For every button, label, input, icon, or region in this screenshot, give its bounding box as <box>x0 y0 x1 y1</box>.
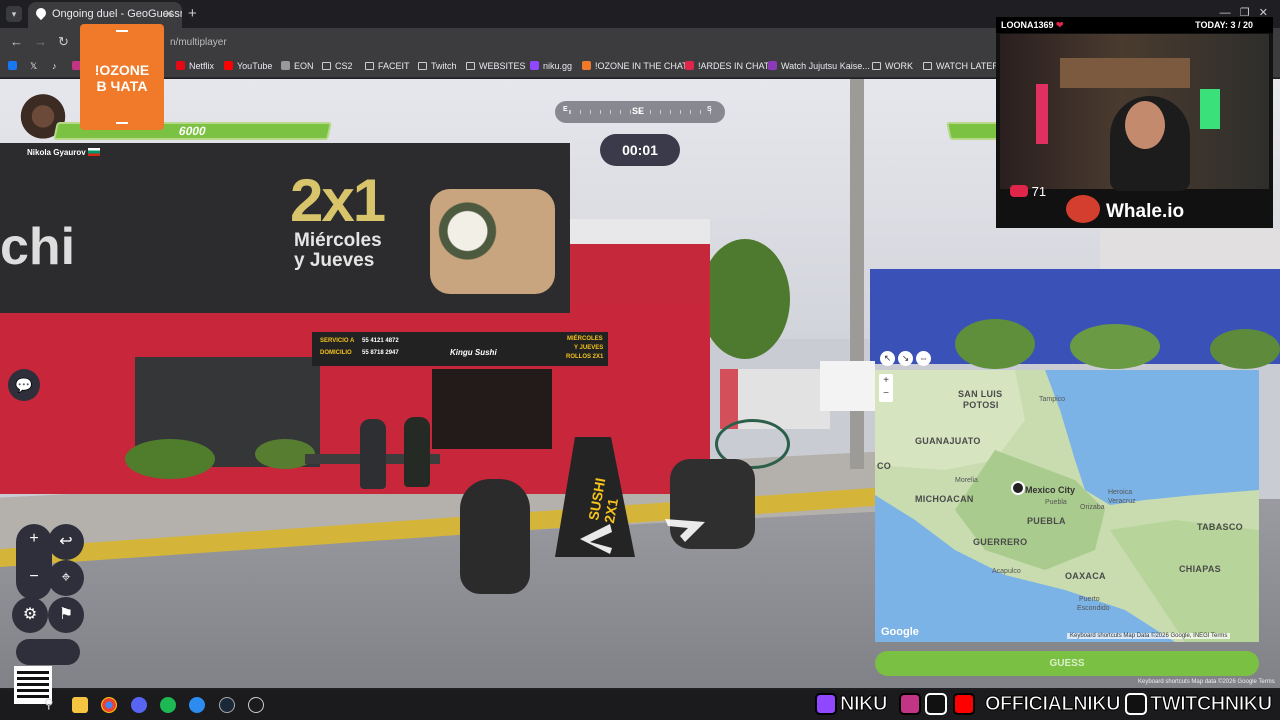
twitch-icon <box>815 693 837 715</box>
twitch-handle: NIKU <box>840 693 888 716</box>
webcam-overlay: LOONA1369 ❤ TODAY: 3 / 20 71 Whale.io <box>996 17 1273 228</box>
tree <box>700 239 790 359</box>
today-counter: TODAY: 3 / 20 <box>1195 20 1253 30</box>
tab-title: Ongoing duel - GeoGuessr <box>52 8 182 20</box>
file-explorer-icon[interactable] <box>72 697 88 713</box>
street-view-attribution[interactable]: Keyboard shortcuts Map data ©2026 Google… <box>1138 679 1275 685</box>
undo-move-button[interactable]: ↩ <box>48 524 84 560</box>
return-to-start-button[interactable]: ⌖ <box>48 560 84 596</box>
bookmark-ozone-chat[interactable]: !OZONE IN THE CHAT <box>582 61 688 71</box>
motorcycle <box>460 479 530 594</box>
player-name: Nikola Gyaurov <box>27 148 100 157</box>
map-expand-icon[interactable]: ↖ <box>880 351 895 366</box>
reload-icon[interactable]: ↻ <box>58 34 69 50</box>
bookmark-jujutsu[interactable]: Watch Jujutsu Kaise... <box>768 61 870 71</box>
facebook-icon[interactable] <box>8 61 21 71</box>
tree <box>955 319 1035 369</box>
bookmark-folder-faceit[interactable]: FACEIT <box>365 61 410 71</box>
bookmark-folder-watch-later[interactable]: WATCH LATER <box>923 61 999 71</box>
promo-text: 2x1 Miércoles y Jueves <box>290 167 386 271</box>
heart-rate-icon <box>1010 185 1028 197</box>
geoguessr-pin-icon <box>33 5 49 21</box>
app-icon[interactable] <box>189 697 205 713</box>
discord-icon[interactable] <box>131 697 147 713</box>
promo-line2: y Jueves <box>294 250 375 271</box>
x-icon[interactable]: 𝕏 <box>30 61 37 72</box>
tiktok-handle: TWITCHNIKU <box>1150 693 1273 716</box>
map-terrain <box>875 370 1259 642</box>
map-attribution[interactable]: Keyboard shortcuts Map Data ©2026 Google… <box>1067 633 1231 639</box>
webcam-header: LOONA1369 ❤ TODAY: 3 / 20 <box>996 17 1273 33</box>
whale-logo-icon <box>1066 195 1100 223</box>
tiktok-icon[interactable]: ♪ <box>52 61 57 71</box>
emotes-button[interactable] <box>16 639 80 665</box>
webcam-feed: 71 <box>1000 34 1269 199</box>
tab-search-button[interactable]: ▾ <box>6 6 22 22</box>
chat-icon[interactable]: 💬 <box>8 369 40 401</box>
heart-icon: ❤ <box>1056 20 1064 30</box>
bookmark-niku-gg[interactable]: niku.gg <box>530 61 572 71</box>
google-logo: Google <box>881 626 919 638</box>
viewer-username: LOONA1369 <box>1001 20 1054 30</box>
bookmark-folder-work[interactable]: WORK <box>872 61 913 71</box>
map-zoom-controls[interactable]: + − <box>879 374 893 402</box>
spotify-icon[interactable] <box>160 697 176 713</box>
shop-sign: SERVICIO A DOMICILIO 55 4121 4872 55 871… <box>312 332 608 366</box>
map-size-controls: ↖ ↘ ⇔ <box>876 351 936 367</box>
sushi-image <box>430 189 555 294</box>
storefront-lettering: chi <box>0 218 76 276</box>
chrome-icon[interactable] <box>101 697 117 713</box>
promo-big: 2x1 <box>290 167 386 234</box>
zoom-controls: + − <box>16 524 52 600</box>
social-handle: OFFICIALNIKU <box>984 693 1121 716</box>
bookmark-ardes-chat[interactable]: !ARDES IN CHAT <box>685 61 769 71</box>
map-pin-icon[interactable]: ⇔ <box>916 351 931 366</box>
heart-rate: 71 <box>1010 184 1046 199</box>
tree <box>1070 324 1160 369</box>
bulgaria-flag-icon <box>87 148 100 156</box>
bookmark-folder-cs2[interactable]: CS2 <box>322 61 353 71</box>
new-tab-button[interactable]: + <box>188 5 197 22</box>
bookmark-youtube[interactable]: YouTube <box>224 61 272 71</box>
zoom-out-button[interactable]: − <box>16 568 52 586</box>
search-icon[interactable]: ⚲ <box>44 696 60 712</box>
bookmark-eon[interactable]: EON <box>281 61 314 71</box>
app-icon[interactable] <box>248 697 264 713</box>
map-shrink-icon[interactable]: ↘ <box>898 351 913 366</box>
guess-map[interactable]: SAN LUIS POTOSI Tampico GUANAJUATO CO Mo… <box>875 370 1259 642</box>
person-sitting <box>404 417 430 487</box>
person-sitting <box>360 419 386 489</box>
compass: E SE S <box>555 101 725 123</box>
promo-line1: Miércoles <box>294 230 382 251</box>
instagram-icon <box>899 693 921 715</box>
guess-button[interactable]: GUESS <box>875 651 1259 676</box>
planter <box>125 439 215 479</box>
bookmark-netflix[interactable]: Netflix <box>176 61 214 71</box>
flag-button[interactable]: ⚑ <box>48 597 84 633</box>
white-van <box>820 361 875 411</box>
compass-heading: SE <box>632 106 645 116</box>
url-field[interactable]: n/multiplayer <box>170 37 227 48</box>
x-icon <box>925 693 947 715</box>
back-icon[interactable]: ← <box>10 34 23 49</box>
round-timer: 00:01 <box>600 134 680 166</box>
sponsor-name: Whale.io <box>1106 201 1185 222</box>
tiktok-icon <box>1125 693 1147 715</box>
zoom-in-button[interactable]: + <box>16 530 52 548</box>
street-view-arrows[interactable] <box>570 514 710 554</box>
settings-gear-icon[interactable]: ⚙ <box>12 597 48 633</box>
opponent-guess-marker <box>1011 481 1025 495</box>
pickup-truck <box>720 369 830 429</box>
restaurant-door <box>432 369 552 449</box>
bookmark-folder-twitch[interactable]: Twitch <box>418 61 457 71</box>
ozone-chat-overlay: !OZONE В ЧАТА <box>80 24 164 130</box>
youtube-icon <box>953 693 975 715</box>
bookmark-folder-websites[interactable]: WEBSITES <box>466 61 526 71</box>
steam-icon[interactable] <box>219 697 235 713</box>
tree <box>1210 329 1280 369</box>
forward-icon[interactable]: → <box>34 34 47 49</box>
close-tab-icon[interactable]: ✕ <box>164 7 174 21</box>
